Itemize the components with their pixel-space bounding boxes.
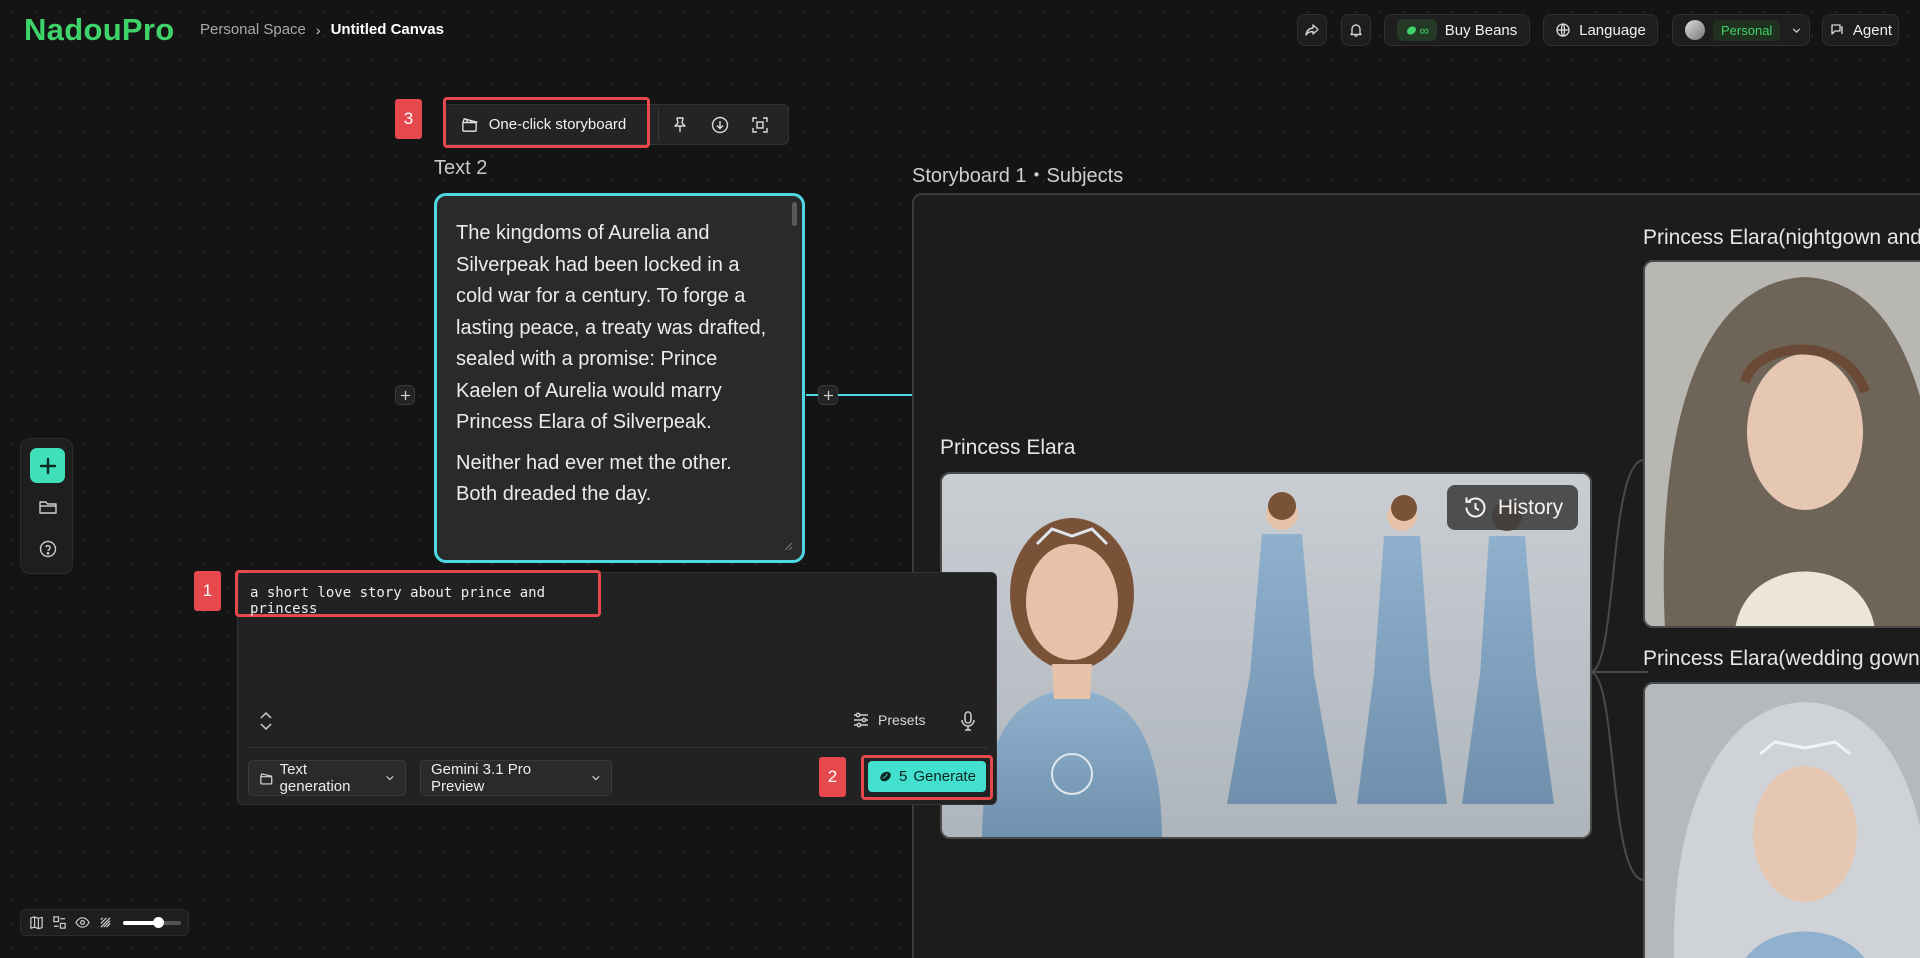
cloak-image <box>1645 262 1920 626</box>
bottom-toolbar <box>20 909 189 936</box>
breadcrumb-separator: › <box>315 21 321 38</box>
model-dropdown[interactable]: Gemini 3.1 Pro Preview <box>420 760 612 796</box>
canvas[interactable]: NadouPro Personal Space › Untitled Canva… <box>0 0 1920 958</box>
mode-label: Text generation <box>279 761 351 795</box>
language-button[interactable]: Language <box>1543 14 1658 46</box>
beans-balance: ∞ <box>1396 19 1437 41</box>
download-icon[interactable] <box>710 115 730 135</box>
chevron-down-icon <box>386 775 394 781</box>
prompt-divider <box>247 747 987 748</box>
history-button[interactable]: History <box>1447 485 1578 530</box>
plus-icon <box>823 390 833 400</box>
variant-title: Princess Elara(wedding gown with veil) <box>1643 647 1920 670</box>
help-icon[interactable] <box>38 539 58 559</box>
variant-image[interactable] <box>1643 682 1920 958</box>
annotation-badge-3: 3 <box>395 99 422 139</box>
chevron-down-icon <box>1793 27 1801 33</box>
text-paragraph: Neither had ever met the other. Both dre… <box>456 451 732 506</box>
presets-button[interactable]: Presets <box>852 711 925 729</box>
text-node-content[interactable]: The kingdoms of Aurelia and Silverpeak h… <box>456 218 776 520</box>
focus-icon[interactable] <box>750 115 770 135</box>
text-paragraph: The kingdoms of Aurelia and Silverpeak h… <box>456 222 767 433</box>
globe-icon <box>1556 23 1570 37</box>
expand-icon[interactable] <box>257 711 275 731</box>
presets-label: Presets <box>878 712 926 728</box>
scrollbar[interactable] <box>792 202 797 226</box>
breadcrumb-current[interactable]: Untitled Canvas <box>331 21 444 38</box>
clapperboard-icon <box>260 772 273 785</box>
layout-icon[interactable] <box>52 915 67 930</box>
agent-label: Agent <box>1852 21 1893 39</box>
text-node[interactable]: The kingdoms of Aurelia and Silverpeak h… <box>434 193 805 563</box>
wedding-image <box>1645 684 1920 958</box>
plus-icon <box>400 390 410 400</box>
breadcrumb: Personal Space › Untitled Canvas <box>200 21 444 38</box>
zoom-slider-knob[interactable] <box>152 916 164 928</box>
sliders-icon <box>854 712 868 728</box>
add-node-button[interactable] <box>30 448 65 483</box>
breadcrumb-parent[interactable]: Personal Space <box>200 21 306 38</box>
annotation-box-2 <box>861 755 993 800</box>
history-label: History <box>1497 495 1564 519</box>
node-output-port[interactable] <box>818 385 838 405</box>
annotation-badge-2: 2 <box>819 757 846 797</box>
folder-icon[interactable] <box>38 497 58 517</box>
prompt-input[interactable]: a short love story about prince and prin… <box>250 583 590 619</box>
plus-icon <box>39 457 56 474</box>
buy-beans-label: Buy Beans <box>1444 21 1518 39</box>
model-label: Gemini 3.1 Pro Preview <box>431 761 532 795</box>
language-label: Language <box>1579 21 1646 39</box>
left-toolbar <box>20 438 73 574</box>
notifications-button[interactable] <box>1341 14 1371 46</box>
subject-title: Princess Elara <box>940 436 1076 459</box>
map-icon[interactable] <box>29 915 44 930</box>
eye-icon[interactable] <box>75 915 90 930</box>
account-plan: Personal <box>1713 19 1781 41</box>
agent-icon <box>1831 24 1843 35</box>
text-node-title: Text 2 <box>434 157 488 179</box>
buy-beans-button[interactable]: ∞ Buy Beans <box>1384 14 1530 46</box>
history-icon <box>1465 497 1486 518</box>
share-icon <box>1305 24 1319 36</box>
annotation-box-3 <box>443 97 650 148</box>
bell-icon <box>1350 24 1362 37</box>
branch-lines <box>1589 459 1648 881</box>
account-menu[interactable]: Personal <box>1672 14 1810 46</box>
mic-icon[interactable] <box>958 710 978 732</box>
storyboard-title: Storyboard 1・Subjects <box>912 165 1124 187</box>
avatar <box>1685 20 1705 40</box>
annotation-badge-1: 1 <box>194 571 221 611</box>
share-button[interactable] <box>1297 14 1327 46</box>
signal-icon[interactable] <box>98 915 113 930</box>
chevron-down-icon <box>592 775 600 781</box>
app-logo[interactable]: NadouPro <box>24 12 175 48</box>
mode-dropdown[interactable]: Text generation <box>248 760 406 796</box>
toolbar-divider <box>658 109 659 141</box>
agent-button[interactable]: Agent <box>1822 14 1899 46</box>
bean-icon <box>1406 25 1416 35</box>
pin-icon[interactable] <box>670 115 690 135</box>
variant-title: Princess Elara(nightgown and cloak) <box>1643 226 1920 249</box>
node-input-port[interactable] <box>395 385 415 405</box>
resize-handle-icon[interactable] <box>783 541 793 551</box>
variant-image[interactable] <box>1643 260 1920 628</box>
zoom-slider[interactable] <box>123 916 181 928</box>
beans-count: ∞ <box>1419 22 1429 38</box>
top-header: NadouPro Personal Space › Untitled Canva… <box>0 0 1920 60</box>
